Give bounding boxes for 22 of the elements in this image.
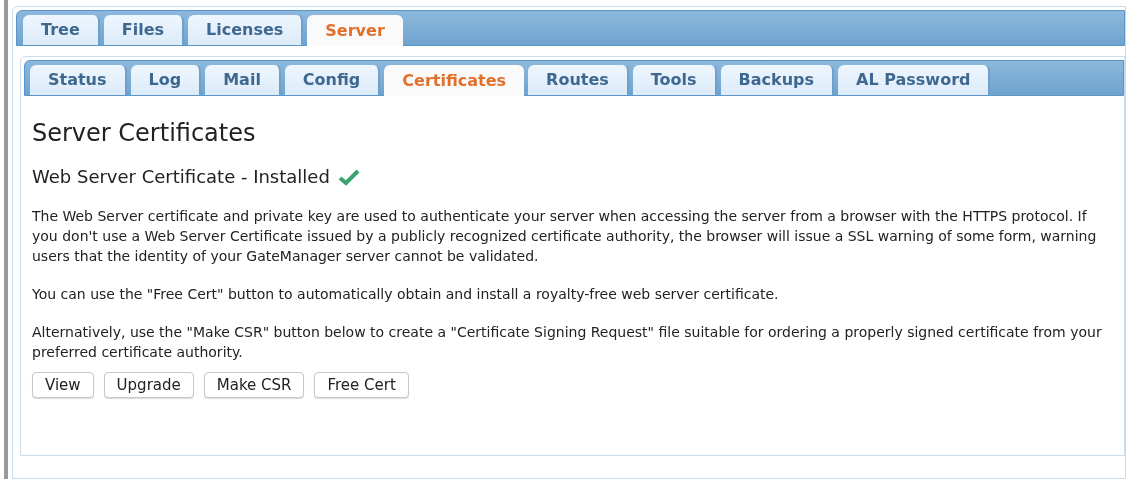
paragraph: The Web Server certificate and private key are used to authenticate your server when accessing the server from a browser with the HTTPS protocol. If you don't use a Web Server Certificate issued by a publicly recognized certificate authority, the browser will issue a SSL warning of some form, warning users that the identity of your GateManager server cannot be validated. [32, 207, 1098, 266]
button[interactable]: Upgrade [103, 372, 194, 398]
button[interactable]: View [32, 372, 94, 398]
tab[interactable]: Server [307, 15, 403, 46]
tab[interactable]: Backups [720, 65, 835, 95]
tab[interactable]: Certificates [384, 65, 525, 96]
tab[interactable]: Licenses [188, 15, 304, 45]
page-heading: Server Certificates [32, 118, 257, 148]
tab[interactable]: Config [284, 65, 381, 95]
tab[interactable]: Routes [528, 65, 629, 95]
section-heading: Web Server Certificate - Installed [32, 165, 330, 189]
tab[interactable]: Files [103, 15, 185, 45]
tab[interactable]: Log [130, 65, 202, 95]
tab[interactable]: Status [30, 65, 127, 95]
paragraph: Alternatively, use the "Make CSR" button below to create a "Certificate Signing Request" file suitable for ordering a properly signed certificate from your preferred certificate authority. [32, 323, 1103, 362]
button[interactable]: Free Cert [314, 372, 409, 398]
tab[interactable]: Tools [632, 65, 717, 95]
paragraph: You can use the "Free Cert" button to automatically obtain and install a royalty-free web server certificate. [32, 285, 780, 304]
button[interactable]: Make CSR [203, 372, 305, 398]
tab[interactable]: AL Password [838, 65, 991, 95]
tab[interactable]: Tree [23, 15, 100, 45]
tab[interactable]: Mail [205, 65, 281, 95]
